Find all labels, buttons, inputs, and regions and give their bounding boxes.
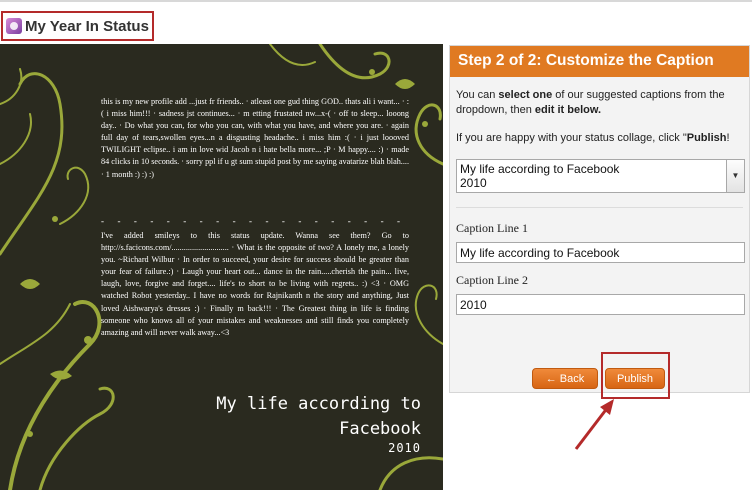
dropdown-line-1: My life according to Facebook [460, 162, 620, 176]
status-paragraph-1: this is my new profile add ...just fr fr… [101, 97, 409, 179]
instructions-text: You can [456, 89, 499, 101]
caption-line-2-input[interactable] [456, 294, 745, 315]
caption-line-2-label: Caption Line 2 [456, 273, 528, 287]
instructions-2: If you are happy with your status collag… [456, 131, 743, 146]
instructions-bold: edit it below. [534, 104, 602, 116]
panel-body: You can select one of our suggested capt… [450, 77, 749, 315]
instructions-text: ! [726, 132, 730, 144]
instructions-bold: Publish [686, 132, 727, 144]
status-text-block-2: I've added smileys to this status update… [101, 230, 409, 339]
top-border [0, 0, 752, 2]
dropdown-line-2: 2010 [460, 176, 487, 190]
status-paragraph-2: I've added smileys to this status update… [101, 231, 409, 337]
status-divider: - - - - - - - - - - - - - - - - - - - - … [101, 216, 409, 226]
status-text-block-1: this is my new profile add ...just fr fr… [101, 96, 409, 188]
caption-suggestion-dropdown[interactable]: My life according to Facebook 2010 ▼ [456, 159, 745, 193]
back-button[interactable]: ← Back [532, 368, 598, 389]
panel-title: Step 2 of 2: Customize the Caption [450, 46, 749, 77]
divider [456, 207, 743, 208]
collage-caption-line-2: Facebook [339, 419, 421, 439]
app-title: My Year In Status [25, 17, 149, 35]
instructions-bold: select one [498, 89, 553, 101]
instructions-text: If you are happy with your status collag… [456, 132, 687, 144]
app-header[interactable]: My Year In Status [1, 11, 154, 41]
collage-caption-line-1: My life according to [216, 394, 421, 414]
dropdown-arrow-icon[interactable]: ▼ [726, 160, 744, 192]
caption-line-1-input[interactable] [456, 242, 745, 263]
customize-caption-panel: Step 2 of 2: Customize the Caption You c… [449, 45, 750, 393]
instructions-1: You can select one of our suggested capt… [456, 88, 743, 118]
collage-caption-year: 2010 [388, 441, 421, 455]
publish-button[interactable]: Publish [605, 368, 665, 389]
status-collage: this is my new profile add ...just fr fr… [0, 44, 443, 490]
caption-line-1-label: Caption Line 1 [456, 221, 528, 235]
app-logo-icon [6, 18, 22, 34]
pointer-arrow-icon [574, 399, 614, 450]
